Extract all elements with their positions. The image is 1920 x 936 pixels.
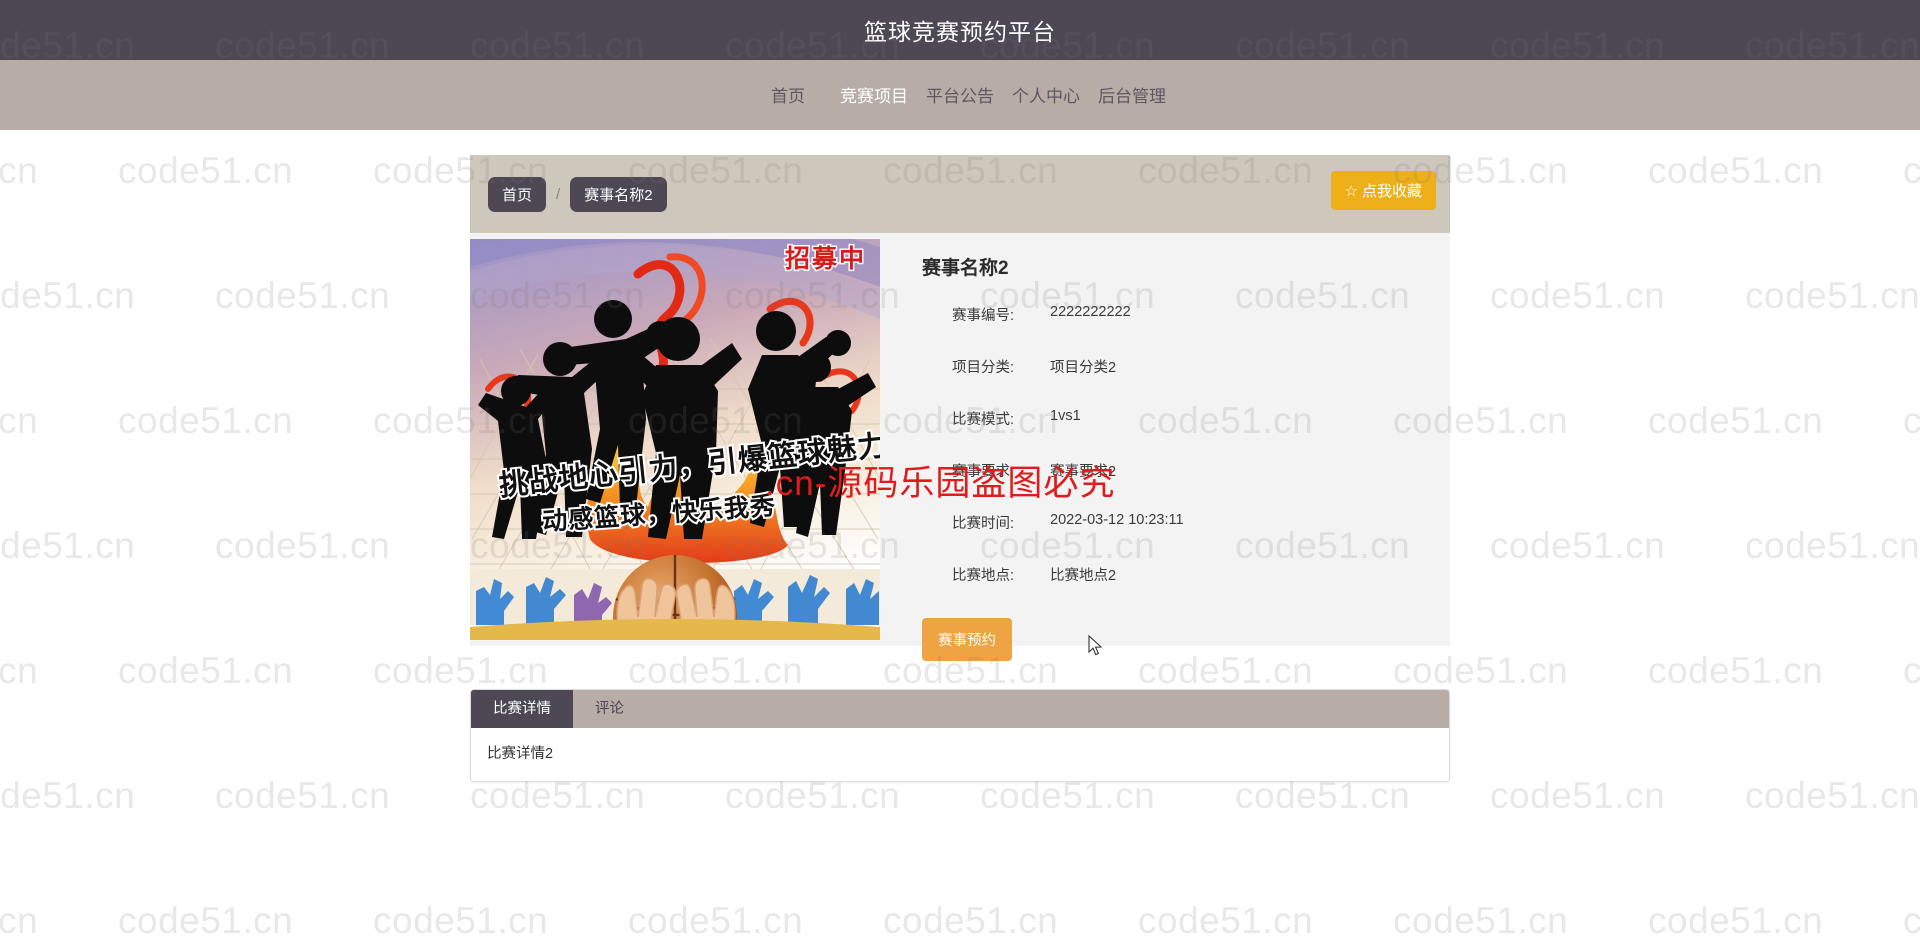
info-value: 比赛地点2 (1050, 568, 1117, 584)
info-value: 2022-03-12 10:23:11 (1050, 512, 1184, 528)
info-value: 赛事要求2 (1050, 464, 1117, 480)
info-value: 项目分类2 (1050, 360, 1117, 376)
nav-item-label: 平台公告 (926, 87, 994, 106)
event-title: 赛事名称2 (922, 258, 1009, 279)
basketball-poster-image: 招募中 挑战地心引力，引爆篮球魅力！ 动感篮球，快乐我秀 (470, 239, 880, 640)
info-label: 赛事要求: (951, 464, 1014, 480)
book-event-button[interactable]: 赛事预约 (922, 618, 1012, 661)
svg-text:招募中: 招募中 (785, 245, 866, 273)
detail-tabs-card: 比赛详情 评论 比赛详情2 (470, 689, 1450, 782)
nav-item-4[interactable]: 后台管理 (1089, 60, 1175, 155)
info-value: 2222222222 (1050, 304, 1131, 320)
page-body: 首页 / 赛事名称2 ☆ 点我收藏 招募中 挑战地心引力，引爆篮球魅力！ 动感篮… (0, 130, 1920, 936)
info-row: 比赛地点: 比赛地点2 (922, 564, 1450, 585)
info-row: 赛事要求: 赛事要求2 (922, 460, 1450, 481)
nav-item-label: 后台管理 (1098, 87, 1166, 106)
info-label: 赛事编号: (951, 308, 1014, 324)
favorite-button-label: 点我收藏 (1361, 183, 1422, 200)
breadcrumb-item-home[interactable]: 首页 (488, 176, 547, 212)
info-label: 比赛模式: (951, 412, 1014, 428)
info-row: 比赛时间: 2022-03-12 10:23:11 (922, 512, 1450, 533)
tab-list: 比赛详情 评论 (471, 690, 1449, 728)
nav-item-2[interactable]: 平台公告 (917, 60, 1003, 155)
breadcrumb-separator: / (556, 185, 561, 203)
nav-item-3[interactable]: 个人中心 (1003, 60, 1089, 155)
event-info: 赛事名称2 赛事编号: 2222222222 项目分类: 项目分类2 比赛模式: 1vs1… (880, 233, 1450, 661)
breadcrumb-item-current[interactable]: 赛事名称2 (570, 176, 667, 212)
info-label: 项目分类: (951, 360, 1014, 376)
nav-item-label: 竞赛项目 (840, 87, 908, 106)
info-row: 比赛模式: 1vs1 (922, 408, 1450, 429)
info-row: 项目分类: 项目分类2 (922, 356, 1450, 377)
nav-item-0[interactable]: 首页 (745, 60, 831, 130)
breadcrumb: 首页 / 赛事名称2 ☆ 点我收藏 (470, 155, 1450, 233)
info-label: 比赛时间: (951, 516, 1014, 532)
nav-item-label: 首页 (771, 87, 805, 106)
tab-0[interactable]: 比赛详情 (471, 690, 573, 728)
page-title: 篮球竞赛预约平台 (864, 19, 1056, 45)
info-row: 赛事编号: 2222222222 (922, 304, 1450, 325)
info-value: 1vs1 (1050, 408, 1081, 424)
tab-panel-content: 比赛详情2 (471, 728, 1449, 781)
event-detail-panel: 招募中 挑战地心引力，引爆篮球魅力！ 动感篮球，快乐我秀 赛事名称2 赛事编号:… (470, 233, 1450, 661)
favorite-button[interactable]: ☆ 点我收藏 (1330, 171, 1436, 210)
main-navigation: 首页 竞赛项目 平台公告 个人中心 后台管理 (0, 60, 1920, 155)
nav-item-1[interactable]: 竞赛项目 (831, 60, 917, 155)
site-header: 篮球竞赛预约平台 (0, 0, 1920, 60)
tab-1[interactable]: 评论 (573, 690, 646, 728)
nav-item-label: 个人中心 (1012, 87, 1080, 106)
info-label: 比赛地点: (951, 568, 1014, 584)
content-container: 首页 / 赛事名称2 ☆ 点我收藏 招募中 挑战地心引力，引爆篮球魅力！ 动感篮… (470, 155, 1450, 782)
star-outline-icon: ☆ (1344, 183, 1358, 200)
